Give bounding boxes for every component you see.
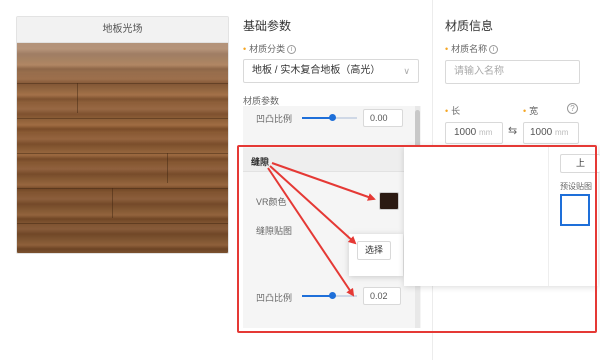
material-name-input[interactable]: 请输入名称 [445,60,580,84]
annotation-highlight-box [237,145,597,333]
bump-slider-top-fill [302,117,332,119]
material-preview-card: 地板光场 [16,16,229,254]
category-label: • 材质分类 i [243,42,297,55]
info-icon[interactable]: i [287,45,297,55]
info-icon[interactable]: i [489,45,499,55]
length-input[interactable]: 1000 mm [445,122,503,144]
category-select-value: 地板 / 实木复合地板（高光） [252,65,381,76]
material-info-title: 材质信息 [445,19,494,33]
length-label: • 长 [445,106,461,116]
chevron-down-icon: ∨ [403,66,410,76]
material-name-label: • 材质名称 i [445,42,499,55]
width-input[interactable]: 1000 mm [523,122,579,144]
width-label: • 宽 [523,106,539,116]
swap-icon[interactable]: ⇆ [508,124,517,137]
required-mark: • [243,44,247,54]
bump-slider-top-handle[interactable] [329,114,336,121]
wood-texture-image [17,43,228,253]
basic-params-title: 基础参数 [243,19,292,33]
category-select[interactable]: 地板 / 实木复合地板（高光） ∨ [243,59,419,83]
preview-title: 地板光场 [17,17,228,43]
bump-label-top: 凹凸比例 [256,114,293,124]
bump-input-top[interactable]: 0.00 [363,109,403,127]
help-icon[interactable]: ? [567,103,578,114]
